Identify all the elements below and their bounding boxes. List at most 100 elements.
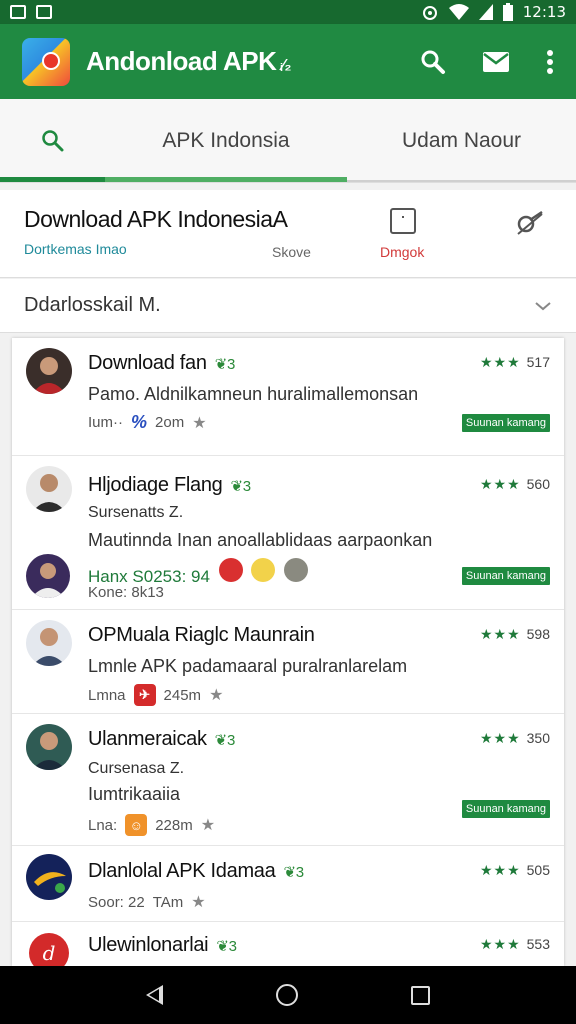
list-item[interactable]: d Ulewinlonarlai ❦3 ★★★ 553 <box>12 922 564 966</box>
item-meta: Ium·· % 2om ★ <box>88 412 207 432</box>
rating: ★★★ 350 <box>479 730 550 746</box>
rating: ★★★ 553 <box>479 936 550 952</box>
list-item[interactable]: OPMuala Riaglc Maunrain ★★★ 598 Lmnle APK… <box>12 610 564 714</box>
star-icon: ★★★ <box>479 476 521 492</box>
leaf-icon: ❦3 <box>230 478 251 495</box>
item-tag: Hanx S0253: 94 <box>88 558 309 587</box>
search-icon[interactable] <box>420 49 446 75</box>
list-item[interactable]: Download fan ❦3 ★★★ 517 Pamo. Aldnilkamneu… <box>12 338 564 456</box>
tab-label: Udam Naour <box>401 128 522 152</box>
signal-icon <box>478 4 493 20</box>
star-icon: ★★★ <box>479 862 521 878</box>
emoji-icon <box>284 558 309 582</box>
emoji-icon <box>251 558 276 582</box>
item-title: Ulanmeraicak ❦3 <box>88 728 236 750</box>
search-icon <box>41 129 63 151</box>
star-icon: ★★★ <box>479 354 521 370</box>
app-list: Download fan ❦3 ★★★ 517 Pamo. Aldnilkamneu… <box>12 338 564 966</box>
app-logo <box>22 37 70 86</box>
save-icon[interactable] <box>390 208 416 234</box>
leaf-icon: ❦3 <box>214 356 236 373</box>
page-title: Download APK IndonesiaA <box>24 206 288 232</box>
status-bar: 12:13 <box>0 0 576 24</box>
save-label[interactable]: Skove <box>272 244 311 260</box>
item-meta: Lna: ☺ 228m ★ <box>88 814 215 836</box>
rating: ★★★ 505 <box>479 862 550 878</box>
tab-indicator <box>0 177 105 182</box>
avatar <box>26 854 72 900</box>
list-item[interactable]: Dlanlolal APK Idamaa ❦3 ★★★ 505 Soor: 22 T… <box>12 846 564 922</box>
item-title: Hljodiage Flang ❦3 <box>88 474 251 496</box>
tab-search[interactable] <box>0 99 105 183</box>
status-time: 12:13 <box>522 3 566 21</box>
avatar: d <box>26 930 72 966</box>
tab-udam[interactable]: Udam Naour <box>347 99 576 183</box>
status-badge: Suunan kamang <box>461 800 550 818</box>
avatar <box>26 554 70 598</box>
header-card: Download APK IndonesiaA Dortkemas Imao S… <box>0 190 576 278</box>
star-icon: ★★★ <box>479 730 521 746</box>
item-subline: Sursenatts Z. <box>88 504 184 521</box>
app-bar: Andonload APK ᵢ⁄₂ <box>0 24 576 99</box>
item-description: Lmnle APK padamaaral puralranlarelam <box>88 656 408 676</box>
star-icon: ★ <box>191 894 206 911</box>
status-badge: Suunan kamang <box>461 567 550 585</box>
emoji-icon <box>218 558 243 582</box>
wifi-icon <box>448 4 469 20</box>
leaf-icon: ❦3 <box>214 732 236 749</box>
leaf-icon: ❦3 <box>216 938 237 955</box>
list-item[interactable]: Hljodiage Flang ❦3 ★★★ 560 Sursenatts Z. M… <box>12 456 564 610</box>
item-meta: Lmna ✈ 245m ★ <box>88 684 223 706</box>
item-meta: Kone: 8k13 <box>88 584 164 601</box>
rating: ★★★ 517 <box>479 354 550 370</box>
more-icon[interactable] <box>546 49 554 75</box>
svg-text:d: d <box>43 941 56 965</box>
item-description: Pamo. Aldnilkamneun huralimallemonsan <box>88 384 419 404</box>
status-badge: Suunan kamang <box>461 414 550 432</box>
tab-label: APK Indonsia <box>162 128 290 152</box>
system-nav-bar <box>0 966 576 1024</box>
star-icon: ★ <box>209 687 224 704</box>
app-mini-icon: ✈ <box>133 684 156 706</box>
item-description: Iumtrikaaiia <box>88 784 181 804</box>
recent-apps-icon[interactable] <box>410 985 430 1005</box>
battery-icon <box>502 3 513 21</box>
star-icon: ★ <box>200 817 216 834</box>
dropdown-value: Ddarlosskail M. <box>24 294 161 316</box>
star-icon: ★★★ <box>479 626 521 642</box>
home-icon[interactable] <box>275 984 298 1006</box>
chevron-down-icon <box>535 301 551 310</box>
item-title: Download fan ❦3 <box>88 352 236 374</box>
app-title: Andonload APK ᵢ⁄₂ <box>86 46 291 76</box>
tab-indicator <box>105 177 347 182</box>
rating: ★★★ 560 <box>479 476 550 492</box>
tab-bar: APK Indonsia Udam Naour <box>0 99 576 183</box>
star-icon: ★ <box>192 414 207 432</box>
alarm-icon <box>422 6 437 20</box>
gallery-icon <box>10 5 26 19</box>
avatar <box>26 724 72 770</box>
item-title: Dlanlolal APK Idamaa ❦3 <box>88 860 304 882</box>
back-icon[interactable] <box>146 985 164 1005</box>
image-icon <box>36 5 52 19</box>
list-item[interactable]: Ulanmeraicak ❦3 ★★★ 350 Cursenasa Z. Iumtr… <box>12 714 564 846</box>
item-title: OPMuala Riaglc Maunrain <box>88 624 315 646</box>
star-icon: ★★★ <box>479 936 521 952</box>
avatar <box>26 348 72 394</box>
rating: ★★★ 598 <box>479 626 550 642</box>
item-description: Mautinnda Inan anoallablidaas aarpaonkan <box>88 530 433 550</box>
leaf-icon: ❦3 <box>283 864 304 881</box>
avatar <box>26 466 72 512</box>
tab-apk-indonesia[interactable]: APK Indonsia <box>105 99 347 183</box>
item-meta: Soor: 22 TAm ★ <box>88 893 206 912</box>
mail-icon[interactable] <box>482 51 510 73</box>
filter-dropdown[interactable]: Ddarlosskail M. <box>0 279 576 333</box>
item-title: Ulewinlonarlai ❦3 <box>88 934 237 956</box>
check-label[interactable]: Dmgok <box>380 244 424 260</box>
tab-indicator <box>347 180 576 182</box>
percent-icon: % <box>131 412 148 432</box>
page-subtitle[interactable]: Dortkemas Imao <box>24 241 127 257</box>
share-icon[interactable] <box>516 210 544 236</box>
item-subline: Cursenasa Z. <box>88 760 185 777</box>
app-mini-icon: ☺ <box>125 814 148 836</box>
